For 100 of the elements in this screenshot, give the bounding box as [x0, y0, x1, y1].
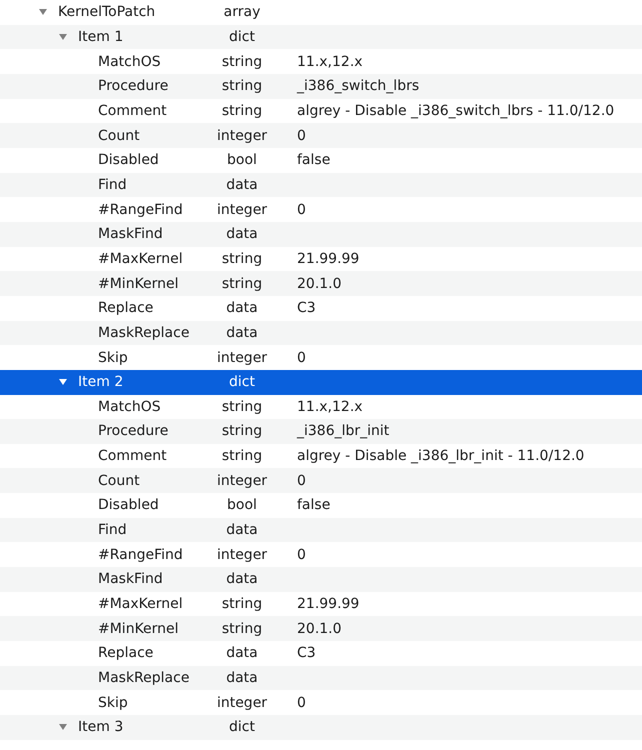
key-label: Item 3	[78, 719, 124, 736]
value-label: false	[297, 497, 330, 514]
value-label: 11.x,12.x	[297, 54, 363, 70]
type-label: string	[222, 398, 262, 415]
value-label: C3	[297, 300, 316, 316]
value-label: 21.99.99	[297, 250, 360, 267]
key-label: Comment	[98, 102, 167, 119]
type-label: integer	[216, 350, 268, 366]
type-label: data	[226, 300, 258, 316]
type-label: string	[222, 102, 262, 119]
value-label: 21.99.99	[297, 596, 360, 612]
tree-row[interactable]: MaskReplace data	[0, 320, 642, 346]
type-label: array	[224, 4, 260, 20]
tree-row[interactable]: Find data	[0, 518, 642, 542]
type-label: integer	[216, 128, 268, 144]
key-label: MaskFind	[98, 571, 163, 588]
type-label: dict	[229, 374, 255, 390]
tree-row[interactable]: Item 1 dict	[0, 24, 642, 50]
value-label: _i386_lbr_init	[297, 423, 390, 440]
tree-row[interactable]: #MinKernel string 20.1.0	[0, 271, 642, 296]
tree-row[interactable]: Procedure string _i386_lbr_init	[0, 419, 642, 444]
key-label: Find	[98, 522, 127, 538]
disclosure-triangle-icon[interactable]	[38, 9, 46, 16]
tree-row[interactable]: Item 3 dict	[0, 715, 642, 740]
key-label: MatchOS	[98, 54, 161, 70]
type-label: data	[226, 176, 258, 193]
value-label: 0	[297, 128, 306, 144]
type-label: integer	[216, 472, 268, 489]
type-label: integer	[216, 546, 268, 563]
type-label: string	[222, 54, 262, 70]
type-label: string	[222, 423, 262, 440]
tree-row[interactable]: #MinKernel string 20.1.0	[0, 616, 642, 642]
tree-row[interactable]: Item 2 dict	[0, 370, 642, 394]
type-label: string	[222, 448, 262, 464]
key-label: #MaxKernel	[98, 596, 183, 612]
key-label: Procedure	[98, 423, 168, 440]
key-label: #RangeFind	[98, 202, 183, 218]
disclosure-triangle-icon[interactable]	[58, 34, 66, 40]
type-label: dict	[229, 719, 255, 736]
tree-row[interactable]: Find data	[0, 172, 642, 198]
tree-row[interactable]: Comment string algrey - Disable _i386_switch_lbrs - 11.0/12.0	[0, 98, 642, 124]
value-label: 0	[297, 350, 306, 366]
key-label: KernelToPatch	[58, 4, 156, 20]
key-label: Procedure	[98, 78, 168, 94]
tree-row[interactable]: MaskFind data	[0, 222, 642, 247]
key-label: #RangeFind	[98, 546, 183, 563]
value-label: 0	[297, 546, 306, 563]
type-label: data	[226, 324, 258, 341]
tree-row[interactable]: MaskReplace data	[0, 666, 642, 690]
value-label: 20.1.0	[297, 276, 342, 292]
key-label: Item 2	[78, 374, 124, 390]
value-label: algrey - Disable _i386_lbr_init - 11.0/12.0	[297, 448, 584, 464]
tree-row[interactable]: Count integer 0	[0, 468, 642, 494]
key-label: Replace	[98, 645, 154, 662]
type-label: data	[226, 522, 258, 538]
key-label: Find	[98, 176, 127, 193]
value-label: 0	[297, 202, 306, 218]
value-label: 20.1.0	[297, 620, 342, 637]
key-label: MaskFind	[98, 226, 163, 242]
value-label: algrey - Disable _i386_switch_lbrs - 11.0/12.0	[297, 102, 614, 119]
type-label: bool	[227, 152, 257, 168]
key-label: #MinKernel	[98, 276, 179, 292]
type-label: string	[222, 620, 262, 637]
type-label: string	[222, 596, 262, 612]
key-label: Item 1	[78, 28, 124, 45]
disclosure-triangle-icon[interactable]	[58, 379, 66, 386]
tree-row[interactable]: Procedure string _i386_switch_lbrs	[0, 74, 642, 99]
type-label: data	[226, 571, 258, 588]
key-label: Replace	[98, 300, 154, 316]
type-label: data	[226, 226, 258, 242]
key-label: Disabled	[98, 152, 159, 168]
value-label: 0	[297, 694, 306, 711]
type-label: string	[222, 276, 262, 292]
disclosure-triangle-icon[interactable]	[58, 724, 66, 730]
value-label: C3	[297, 645, 316, 662]
type-label: dict	[229, 28, 255, 45]
key-label: MaskReplace	[98, 324, 190, 341]
key-label: Disabled	[98, 497, 159, 514]
type-label: string	[222, 78, 262, 94]
type-label: bool	[227, 497, 257, 514]
key-label: #MinKernel	[98, 620, 179, 637]
value-label: false	[297, 152, 330, 168]
key-label: Comment	[98, 448, 167, 464]
type-label: data	[226, 670, 258, 686]
key-label: MaskReplace	[98, 670, 190, 686]
value-label: 11.x,12.x	[297, 398, 363, 415]
tree-row[interactable]: Count integer 0	[0, 123, 642, 148]
key-label: Skip	[98, 694, 128, 711]
type-label: data	[226, 645, 258, 662]
value-label: 0	[297, 472, 306, 489]
key-label: MatchOS	[98, 398, 161, 415]
key-label: Count	[98, 472, 140, 489]
tree-row[interactable]: MaskFind data	[0, 567, 642, 592]
value-label: _i386_switch_lbrs	[297, 78, 420, 94]
key-label: Count	[98, 128, 140, 144]
type-label: string	[222, 250, 262, 267]
key-label: #MaxKernel	[98, 250, 183, 267]
key-label: Skip	[98, 350, 128, 366]
type-label: integer	[216, 202, 268, 218]
type-label: integer	[216, 694, 268, 711]
